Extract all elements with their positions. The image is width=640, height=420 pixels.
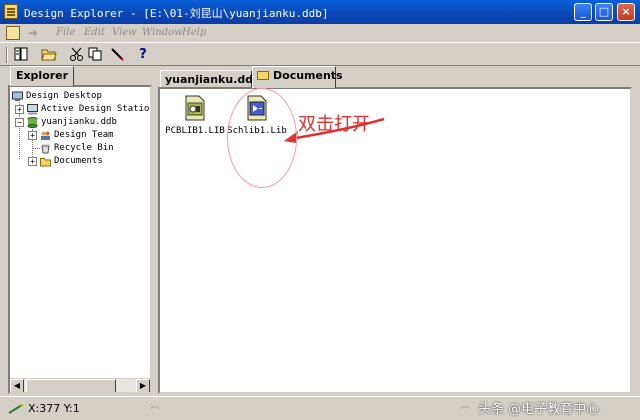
tab-explorer[interactable]: Explorer (10, 66, 74, 86)
cursor-coordinates: X:377 Y:1 (28, 402, 80, 415)
tree-item-design-team[interactable]: + Design Team (10, 129, 150, 142)
status-divider-icon: ⌒ (150, 407, 160, 418)
tree-item-recycle-bin[interactable]: Recycle Bin (10, 142, 150, 155)
scroll-right-icon[interactable]: ▶ (136, 379, 150, 392)
menu-help[interactable]: Help (182, 27, 206, 38)
back-arrow-icon[interactable]: ➜ (28, 27, 48, 39)
toggle-explorer-button[interactable] (12, 46, 30, 64)
tree-line (32, 148, 40, 149)
explorer-panel-icon (14, 47, 28, 61)
file-item-pcblib[interactable]: PCBLIB1.LIB (164, 93, 226, 143)
tree-label: Active Design Station (41, 104, 152, 114)
watermark: 头条 @电子教育中心 (478, 402, 600, 417)
tree-label: yuanjianku.ddb (41, 117, 117, 127)
tree-item-database[interactable]: − yuanjianku.ddb (10, 116, 150, 129)
minimize-button[interactable]: _ (574, 3, 592, 21)
copy-icon (88, 47, 102, 61)
folder-icon (40, 158, 51, 167)
explorer-horizontal-scrollbar[interactable]: ◀ ▶ (10, 378, 150, 392)
tab-label: Documents (273, 69, 343, 82)
title-bar[interactable]: Design Explorer - [E:\01-刘昆山\yuanjianku.… (0, 0, 640, 24)
cursor-position-icon (8, 404, 24, 414)
team-icon (41, 131, 50, 140)
pcb-library-file-icon (185, 95, 205, 121)
menu-view[interactable]: View (112, 27, 137, 38)
annotation-text: 双击打开 (298, 114, 370, 135)
design-explorer-window: Design Explorer - [E:\01-刘昆山\yuanjianku.… (0, 0, 640, 420)
document-icon (6, 26, 20, 40)
toolbar: ? (0, 42, 640, 66)
menu-bar: ➜ File Edit View Window Help (0, 24, 640, 42)
menu-edit[interactable]: Edit (84, 27, 105, 38)
cut-button[interactable] (68, 46, 86, 64)
toolbar-separator (6, 47, 8, 63)
tree-label: Design Desktop (26, 91, 102, 101)
close-button[interactable]: × (617, 3, 635, 21)
explorer-tree: Design Desktop + Active Design Station −… (8, 85, 152, 394)
tree-item-active-design-station[interactable]: + Active Design Station (10, 103, 150, 116)
tree-label: Recycle Bin (54, 143, 114, 153)
help-button[interactable]: ? (134, 46, 152, 64)
workstation-icon (27, 104, 38, 115)
maximize-button[interactable]: □ (595, 3, 613, 21)
open-folder-icon (41, 49, 57, 61)
folder-icon (257, 71, 269, 80)
tree-label: Documents (54, 156, 103, 166)
pencil-icon (111, 48, 124, 61)
expand-minus-icon[interactable]: − (15, 118, 24, 127)
tree-label: Design Team (54, 130, 114, 140)
tree-item-documents[interactable]: + Documents (10, 155, 150, 168)
explorer-panel: Explorer Design Desktop + Active Design … (8, 66, 152, 394)
status-divider-icon: ⌒ (460, 407, 470, 418)
paste-button[interactable] (108, 46, 126, 64)
window-title: Design Explorer - [E:\01-刘昆山\yuanjianku.… (24, 7, 329, 20)
scroll-left-icon[interactable]: ◀ (10, 379, 24, 392)
scrollbar-thumb[interactable] (26, 379, 116, 392)
expand-plus-icon[interactable]: + (28, 131, 37, 140)
open-button[interactable] (40, 46, 58, 64)
tab-database[interactable]: yuanjianku.ddb (160, 70, 261, 88)
annotation-circle (227, 88, 297, 188)
tab-documents[interactable]: Documents (252, 66, 343, 88)
scissors-icon (70, 47, 83, 61)
app-logo-icon (4, 4, 18, 19)
copy-button[interactable] (86, 46, 104, 64)
document-panel: yuanjianku.ddb Documents PCBLIB1.LIB Sch… (158, 66, 632, 394)
tree-item-design-desktop[interactable]: Design Desktop (10, 90, 150, 103)
expand-plus-icon[interactable]: + (15, 105, 24, 114)
expand-plus-icon[interactable]: + (28, 157, 37, 166)
menu-file[interactable]: File (56, 27, 75, 38)
database-icon (27, 117, 38, 128)
menu-window[interactable]: Window (142, 27, 183, 38)
recycle-bin-icon (41, 144, 50, 154)
desktop-icon (12, 91, 23, 101)
file-label: PCBLIB1.LIB (165, 126, 225, 136)
